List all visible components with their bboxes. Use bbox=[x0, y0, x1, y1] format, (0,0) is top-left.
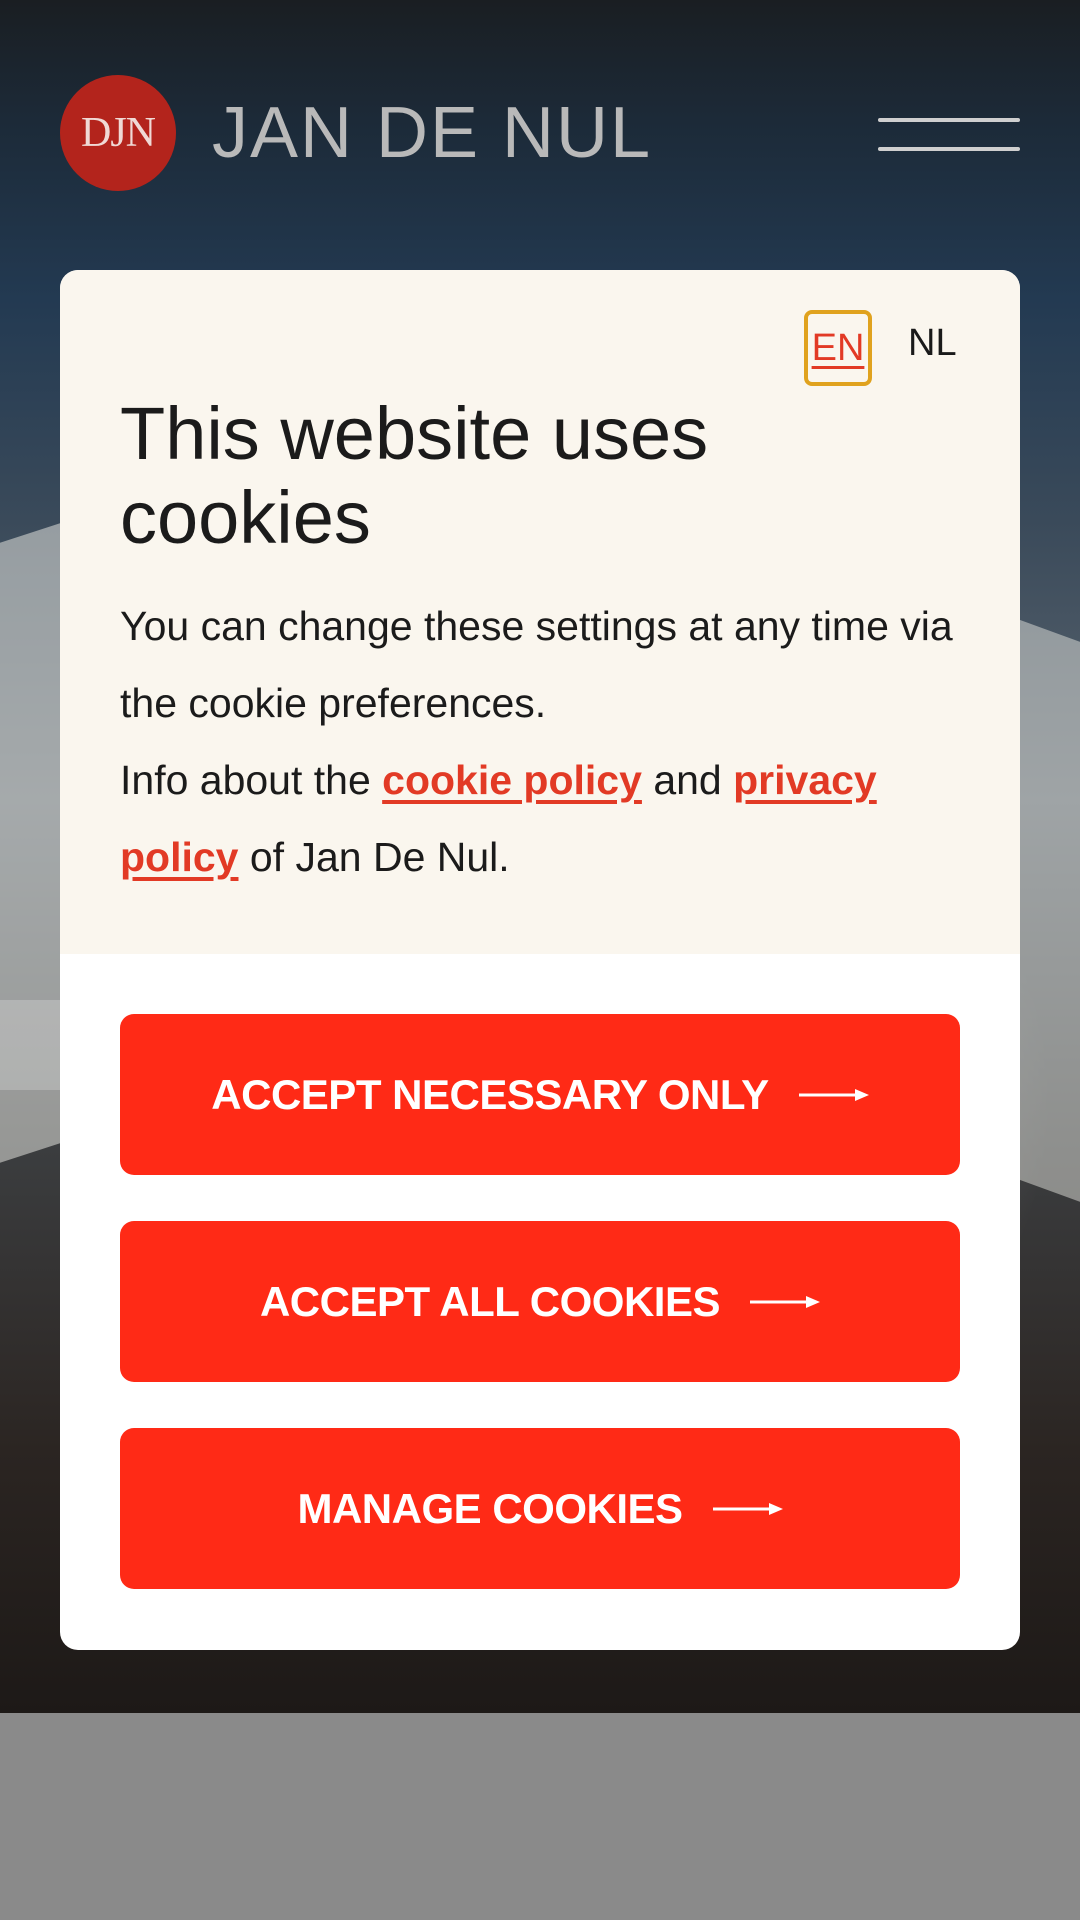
arrow-right-icon bbox=[712, 1502, 783, 1515]
info-suffix: of Jan De Nul. bbox=[238, 834, 510, 880]
accept-necessary-only-label: ACCEPT NECESSARY ONLY bbox=[211, 1070, 769, 1118]
cookie-dialog-info-panel: EN NL This website uses cookies You can … bbox=[60, 270, 1020, 954]
hamburger-menu-icon[interactable] bbox=[878, 115, 1020, 155]
cookie-dialog-title: This website uses cookies bbox=[120, 392, 709, 559]
cookie-dialog-text: You can change these settings at any tim… bbox=[120, 588, 970, 896]
and-text: and bbox=[641, 757, 734, 803]
logo-mark: DJN bbox=[60, 75, 176, 191]
arrow-right-icon bbox=[750, 1295, 821, 1308]
accept-all-cookies-button[interactable]: ACCEPT ALL COOKIES bbox=[120, 1221, 960, 1382]
page-section-below-hero bbox=[0, 1713, 1080, 1920]
manage-cookies-label: MANAGE COOKIES bbox=[297, 1484, 683, 1532]
accept-necessary-only-button[interactable]: ACCEPT NECESSARY ONLY bbox=[120, 1014, 960, 1175]
cookie-policy-link[interactable]: cookie policy bbox=[382, 757, 642, 803]
logo-wordmark: JAN DE NUL bbox=[212, 93, 653, 173]
manage-cookies-button[interactable]: MANAGE COOKIES bbox=[120, 1428, 960, 1589]
language-en-link[interactable]: EN bbox=[804, 310, 872, 386]
site-logo[interactable]: DJN JAN DE NUL bbox=[60, 75, 652, 191]
cookie-consent-dialog: EN NL This website uses cookies You can … bbox=[60, 270, 1020, 1650]
arrow-right-icon bbox=[798, 1088, 869, 1101]
accept-all-cookies-label: ACCEPT ALL COOKIES bbox=[259, 1277, 721, 1325]
cookie-dialog-intro: You can change these settings at any tim… bbox=[120, 603, 953, 726]
language-nl-link[interactable]: NL bbox=[908, 322, 957, 372]
info-prefix: Info about the bbox=[120, 757, 383, 803]
